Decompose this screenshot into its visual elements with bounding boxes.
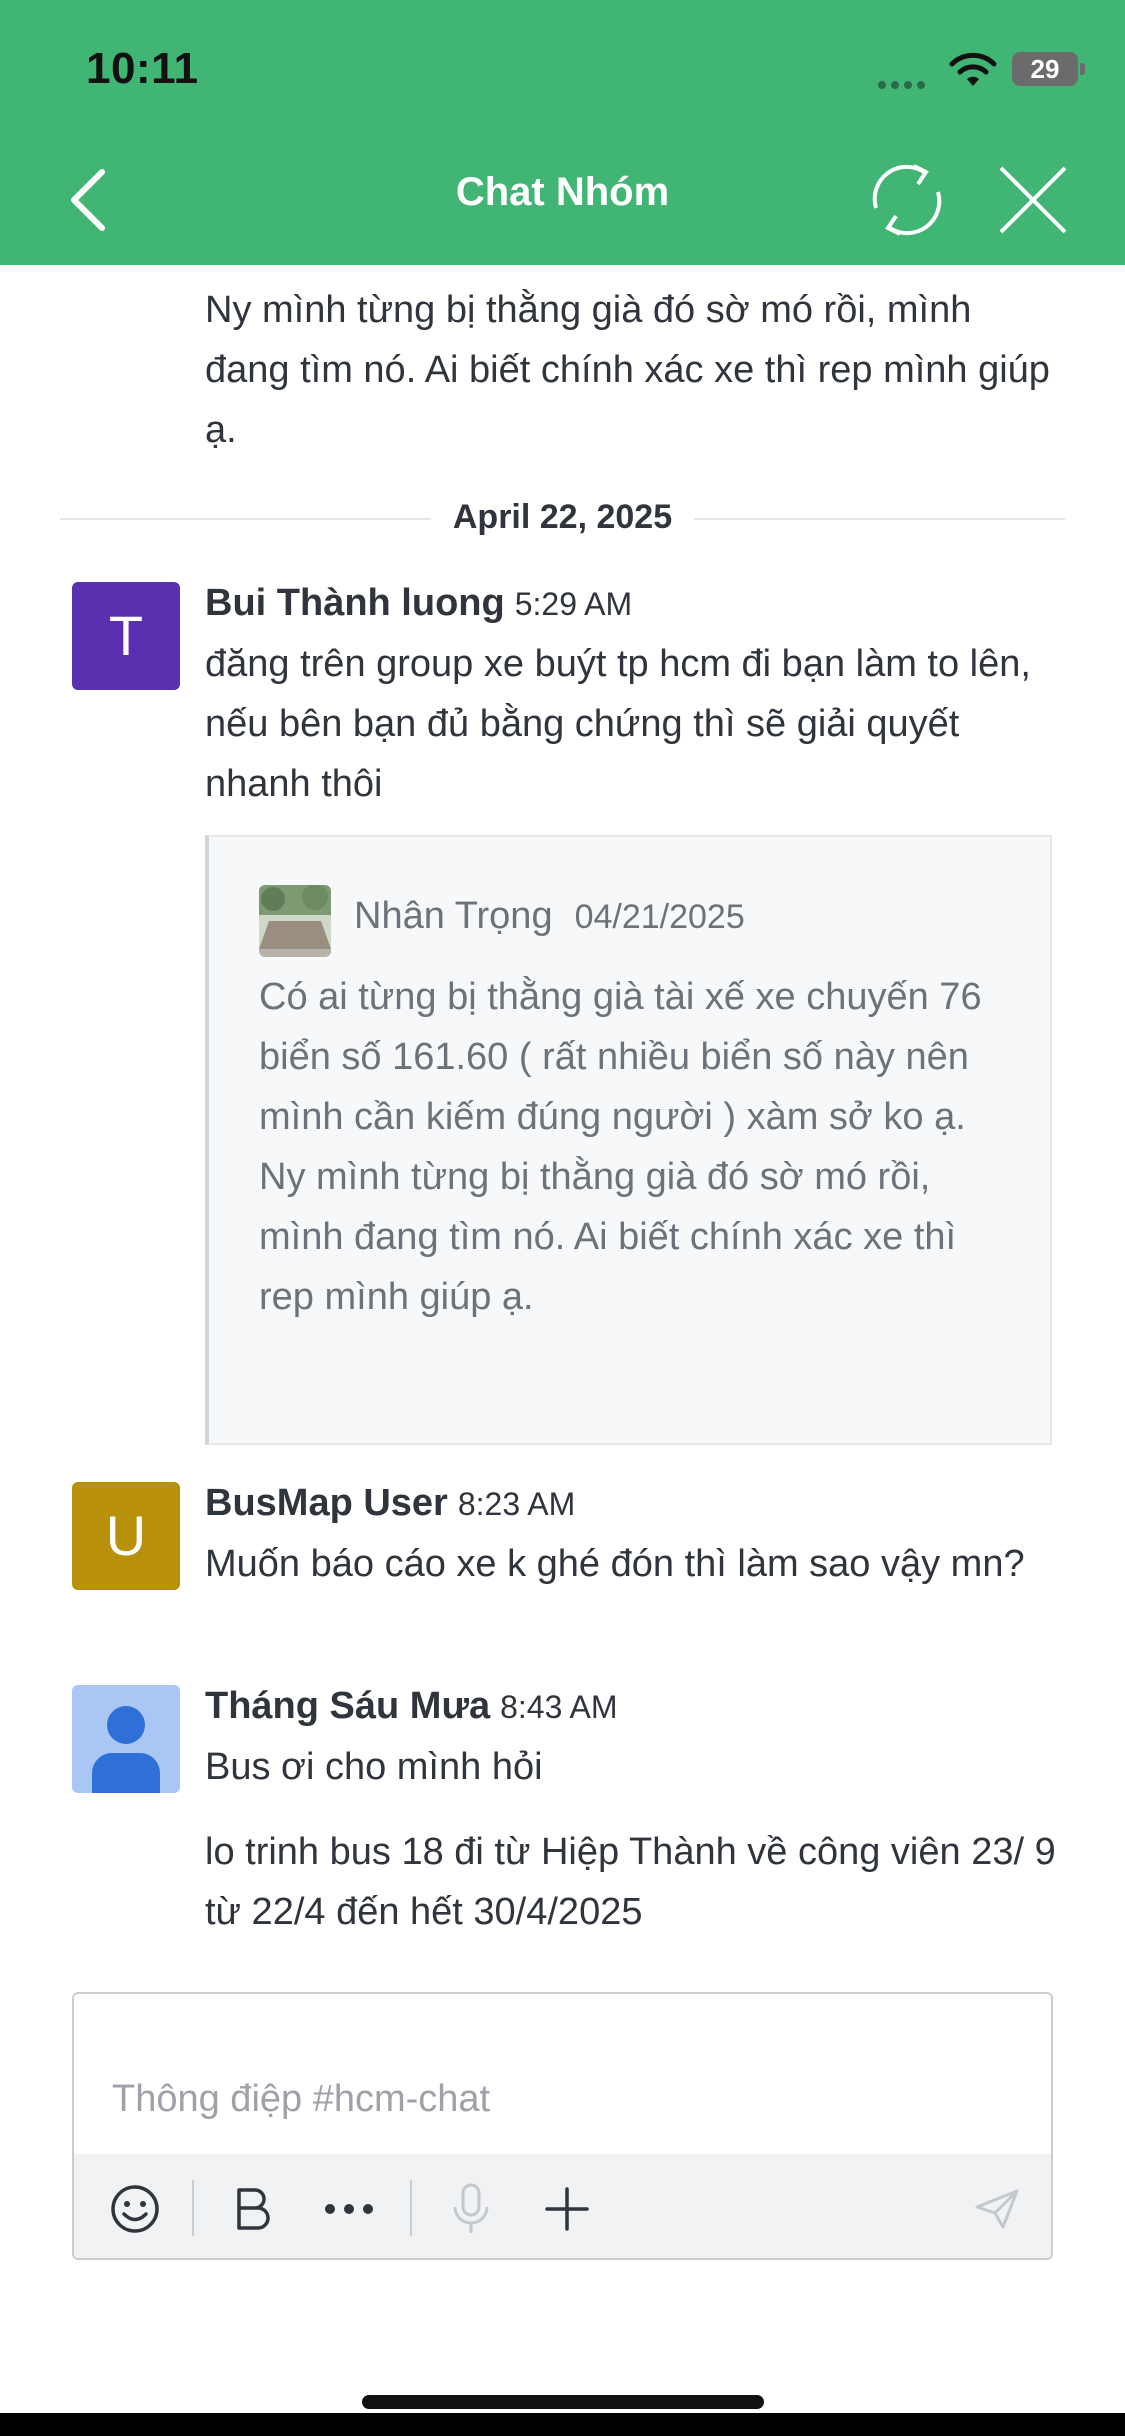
quote-header: Nhân Trọng 04/21/2025 bbox=[354, 895, 745, 938]
date-label: April 22, 2025 bbox=[430, 498, 695, 536]
status-time: 10:11 bbox=[86, 44, 199, 93]
avatar[interactable]: U bbox=[72, 1482, 180, 1590]
page-title: Chat Nhóm bbox=[455, 170, 670, 214]
plus-icon bbox=[545, 2187, 589, 2231]
avatar[interactable]: T bbox=[72, 582, 180, 690]
send-button[interactable] bbox=[964, 2176, 1030, 2242]
message-time: 8:43 AM bbox=[500, 1689, 618, 1725]
quote-sender-name: Nhân Trọng bbox=[354, 895, 553, 937]
message-input[interactable] bbox=[74, 1994, 1051, 2154]
avatar[interactable] bbox=[72, 1685, 180, 1793]
user-avatar-icon bbox=[92, 1706, 160, 1793]
message-time: 5:29 AM bbox=[514, 586, 633, 622]
date-separator: April 22, 2025 bbox=[60, 498, 1065, 538]
more-icon bbox=[325, 2204, 373, 2214]
send-icon bbox=[975, 2189, 1019, 2229]
cellular-signal-icon bbox=[878, 76, 934, 89]
composer-toolbar bbox=[74, 2154, 1051, 2258]
message-text: Bus ơi cho mình hỏi bbox=[205, 1746, 543, 1788]
quote-text: Có ai từng bị thằng già tài xế xe chuyến… bbox=[259, 976, 982, 1318]
microphone-icon bbox=[453, 2183, 489, 2233]
home-indicator[interactable] bbox=[362, 2395, 764, 2409]
message-text: đăng trên group xe buýt tp hcm đi bạn là… bbox=[205, 643, 1031, 805]
message-composer bbox=[72, 1992, 1053, 2260]
message-text: Muốn báo cáo xe k ghé đón thì làm sao vậ… bbox=[205, 1543, 1025, 1585]
refresh-icon[interactable] bbox=[862, 160, 952, 240]
bottom-edge bbox=[0, 2413, 1125, 2436]
add-attachment-button[interactable] bbox=[534, 2176, 600, 2242]
message-header: Tháng Sáu Mưa 8:43 AM bbox=[205, 1685, 618, 1728]
battery-icon: 29 bbox=[1012, 52, 1078, 86]
quote-avatar bbox=[259, 885, 331, 957]
microphone-button[interactable] bbox=[438, 2176, 504, 2242]
toolbar-divider bbox=[410, 2180, 412, 2236]
sender-name[interactable]: Tháng Sáu Mưa bbox=[205, 1685, 490, 1727]
emoji-icon bbox=[111, 2185, 159, 2233]
battery-tip bbox=[1080, 63, 1085, 75]
bold-button[interactable] bbox=[220, 2176, 286, 2242]
battery-level: 29 bbox=[1030, 54, 1060, 84]
close-icon[interactable] bbox=[993, 160, 1073, 240]
message-text: lo trinh bus 18 đi từ Hiệp Thành về công… bbox=[205, 1831, 1056, 1933]
emoji-button[interactable] bbox=[102, 2176, 168, 2242]
wifi-icon bbox=[949, 52, 997, 86]
bold-icon bbox=[237, 2188, 270, 2230]
message-header: BusMap User 8:23 AM bbox=[205, 1482, 575, 1525]
message-text-continued: Ny mình từng bị thằng già đó sờ mó rồi, … bbox=[205, 289, 1050, 451]
toolbar-divider bbox=[192, 2180, 194, 2236]
quoted-message[interactable]: Nhân Trọng 04/21/2025 Có ai từng bị thằng… bbox=[205, 835, 1052, 1445]
sender-name[interactable]: Bui Thành luong bbox=[205, 582, 505, 624]
more-formatting-button[interactable] bbox=[316, 2176, 382, 2242]
app-header: 10:11 29 Chat Nhóm bbox=[0, 0, 1125, 265]
quote-date: 04/21/2025 bbox=[574, 898, 745, 936]
message-time: 8:23 AM bbox=[457, 1486, 576, 1522]
sender-name[interactable]: BusMap User bbox=[205, 1482, 448, 1524]
message-header: Bui Thành luong 5:29 AM bbox=[205, 582, 632, 625]
